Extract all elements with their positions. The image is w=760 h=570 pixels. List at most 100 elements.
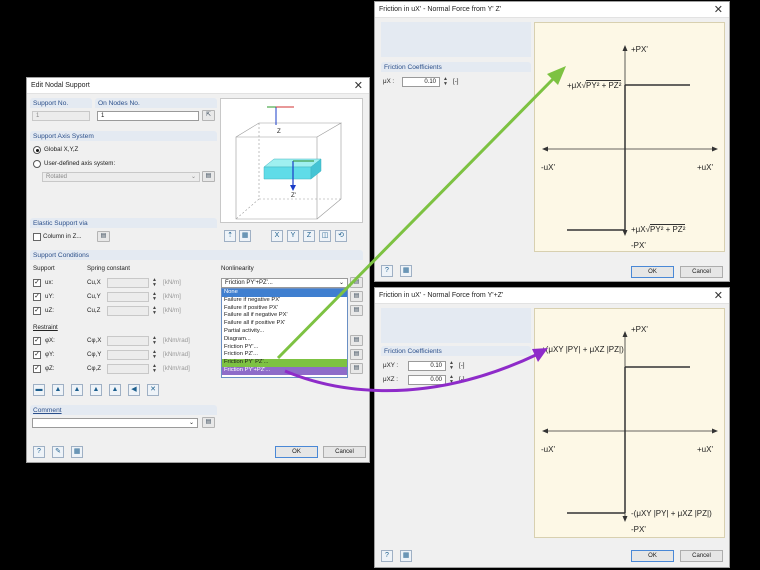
muxz-label: μXZ :: [383, 376, 398, 383]
dropdown-item-friction-py-pz[interactable]: Friction PY' PZ'...: [222, 359, 347, 367]
chevron-down-icon: ⌄: [188, 420, 194, 426]
phiz-checkbox[interactable]: ✓: [33, 365, 41, 373]
units-icon[interactable]: ▦: [400, 265, 412, 277]
support-no-label: Support No.: [33, 100, 69, 107]
cux-spinner[interactable]: ▲ ▼: [150, 278, 159, 288]
select-nodes-button[interactable]: ⇱: [202, 110, 215, 121]
dropdown-item[interactable]: Partial activity...: [222, 328, 347, 336]
dropdown-item-friction-py-plus-pz[interactable]: Friction PY'+PZ'...: [222, 366, 347, 375]
restraint-header: Restraint: [33, 324, 58, 331]
cphiy-field[interactable]: [107, 350, 149, 360]
help-icon[interactable]: ?: [381, 550, 393, 562]
global-radio[interactable]: [33, 146, 41, 154]
dropdown-item[interactable]: Diagram...: [222, 336, 347, 344]
view-z-icon[interactable]: Z: [303, 230, 315, 242]
support-type-3-icon[interactable]: ▲: [71, 384, 83, 396]
upper-formula-prefix: +μX: [567, 81, 582, 90]
nonlinearity-edit-ux[interactable]: ▤: [350, 277, 363, 288]
mux-spinner[interactable]: ▲ ▼: [441, 77, 450, 87]
edit-icon[interactable]: ✎: [52, 446, 64, 458]
support-type-4-icon[interactable]: ▲: [90, 384, 102, 396]
cphiz-spinner[interactable]: ▲ ▼: [150, 364, 159, 374]
nonlinearity-edit-phiy[interactable]: ▤: [350, 349, 363, 360]
comment-field[interactable]: ⌄: [32, 418, 198, 428]
dropdown-item[interactable]: Failure if positive PX': [222, 305, 347, 313]
cphiz-field[interactable]: [107, 364, 149, 374]
ok-button[interactable]: OK: [631, 550, 674, 562]
view-x-icon[interactable]: X: [271, 230, 283, 242]
muxy-spinner[interactable]: ▲ ▼: [447, 361, 456, 371]
ok-button[interactable]: OK: [631, 266, 674, 278]
dropdown-item[interactable]: Friction PY'...: [222, 344, 347, 352]
axis-system-select[interactable]: Rotated ⌄: [42, 172, 200, 182]
mux-field[interactable]: 0.10: [402, 77, 440, 87]
upper-friction-formula: +μX√PY² + PZ²: [567, 80, 622, 90]
view-iso-icon[interactable]: ◫: [319, 230, 331, 242]
cphiy-spinner[interactable]: ▲ ▼: [150, 350, 159, 360]
ux-label: ux:: [45, 279, 54, 286]
dropdown-item[interactable]: Failure all if positive PX': [222, 320, 347, 328]
user-defined-radio[interactable]: [33, 160, 41, 168]
cphix-spinner[interactable]: ▲ ▼: [150, 336, 159, 346]
muxz-spinner[interactable]: ▲ ▼: [447, 375, 456, 385]
close-icon[interactable]: ✕: [714, 3, 723, 16]
muxy-unit: [-]: [459, 362, 465, 369]
dropdown-item[interactable]: Failure if negative PX': [222, 297, 347, 305]
lower-formula-prefix: +μX: [631, 225, 646, 234]
phiy-checkbox[interactable]: ✓: [33, 351, 41, 359]
new-axis-button[interactable]: ▤: [202, 171, 215, 182]
nonlinearity-edit-phix[interactable]: ▤: [350, 335, 363, 346]
view-y-icon[interactable]: Y: [287, 230, 299, 242]
on-nodes-field[interactable]: 1: [97, 111, 199, 121]
column-settings-button[interactable]: ▤: [97, 231, 110, 242]
nonlinearity-edit-uy[interactable]: ▤: [350, 291, 363, 302]
dialog-title: Edit Nodal Support: [31, 82, 90, 89]
units-icon[interactable]: ▦: [400, 550, 412, 562]
close-icon[interactable]: ✕: [354, 79, 363, 92]
support-type-7-icon[interactable]: ✕: [147, 384, 159, 396]
title-bar: Edit Nodal Support ✕: [27, 78, 369, 94]
nonlinearity-edit-uz[interactable]: ▤: [350, 305, 363, 316]
help-icon[interactable]: ?: [33, 446, 45, 458]
cuz-field[interactable]: [107, 306, 149, 316]
column-checkbox[interactable]: [33, 233, 41, 241]
dropdown-item[interactable]: Failure all if negative PX': [222, 312, 347, 320]
nonlinearity-edit-phiz[interactable]: ▤: [350, 363, 363, 374]
view-panel-icon[interactable]: ▦: [239, 230, 251, 242]
cuz-spinner[interactable]: ▲ ▼: [150, 306, 159, 316]
cancel-button[interactable]: Cancel: [323, 446, 366, 458]
cuy-spinner[interactable]: ▲ ▼: [150, 292, 159, 302]
dropdown-item[interactable]: Friction PZ'...: [222, 351, 347, 359]
phix-checkbox[interactable]: ✓: [33, 337, 41, 345]
units-icon[interactable]: ▦: [71, 446, 83, 458]
support-type-2-icon[interactable]: ▲: [52, 384, 64, 396]
cuy-field[interactable]: [107, 292, 149, 302]
z-axis-label: Z: [277, 128, 281, 135]
cux-field[interactable]: [107, 278, 149, 288]
dropdown-item-none[interactable]: None: [222, 289, 347, 297]
phix-label: φX:: [45, 337, 55, 344]
ok-button[interactable]: OK: [275, 446, 318, 458]
close-icon[interactable]: ✕: [714, 289, 723, 302]
muxz-field[interactable]: 0.00: [408, 375, 446, 385]
view-rotate-icon[interactable]: ⟲: [335, 230, 347, 242]
help-icon[interactable]: ?: [381, 265, 393, 277]
axis-system-label: Support Axis System: [33, 133, 94, 140]
support-no-field[interactable]: 1: [32, 111, 90, 121]
support-column-header: Support: [33, 265, 55, 272]
support-3d-view: Z Z': [220, 98, 363, 223]
cphix-field[interactable]: [107, 336, 149, 346]
support-type-6-icon[interactable]: ◀: [128, 384, 140, 396]
uy-checkbox[interactable]: ✓: [33, 293, 41, 301]
comment-button[interactable]: ▤: [202, 417, 215, 428]
muxy-field[interactable]: 0.10: [408, 361, 446, 371]
support-type-1-icon[interactable]: ▬: [33, 384, 45, 396]
cancel-button[interactable]: Cancel: [680, 550, 723, 562]
view-front-icon[interactable]: ⇡: [224, 230, 236, 242]
cancel-button[interactable]: Cancel: [680, 266, 723, 278]
support-type-5-icon[interactable]: ▲: [109, 384, 121, 396]
nonlinearity-select-ux[interactable]: Friction PY'+PZ'... ⌄: [221, 278, 348, 288]
title-bar: Friction in uX' - Normal Force from Y' Z…: [375, 2, 729, 18]
uz-checkbox[interactable]: ✓: [33, 307, 41, 315]
ux-checkbox[interactable]: ✓: [33, 279, 41, 287]
